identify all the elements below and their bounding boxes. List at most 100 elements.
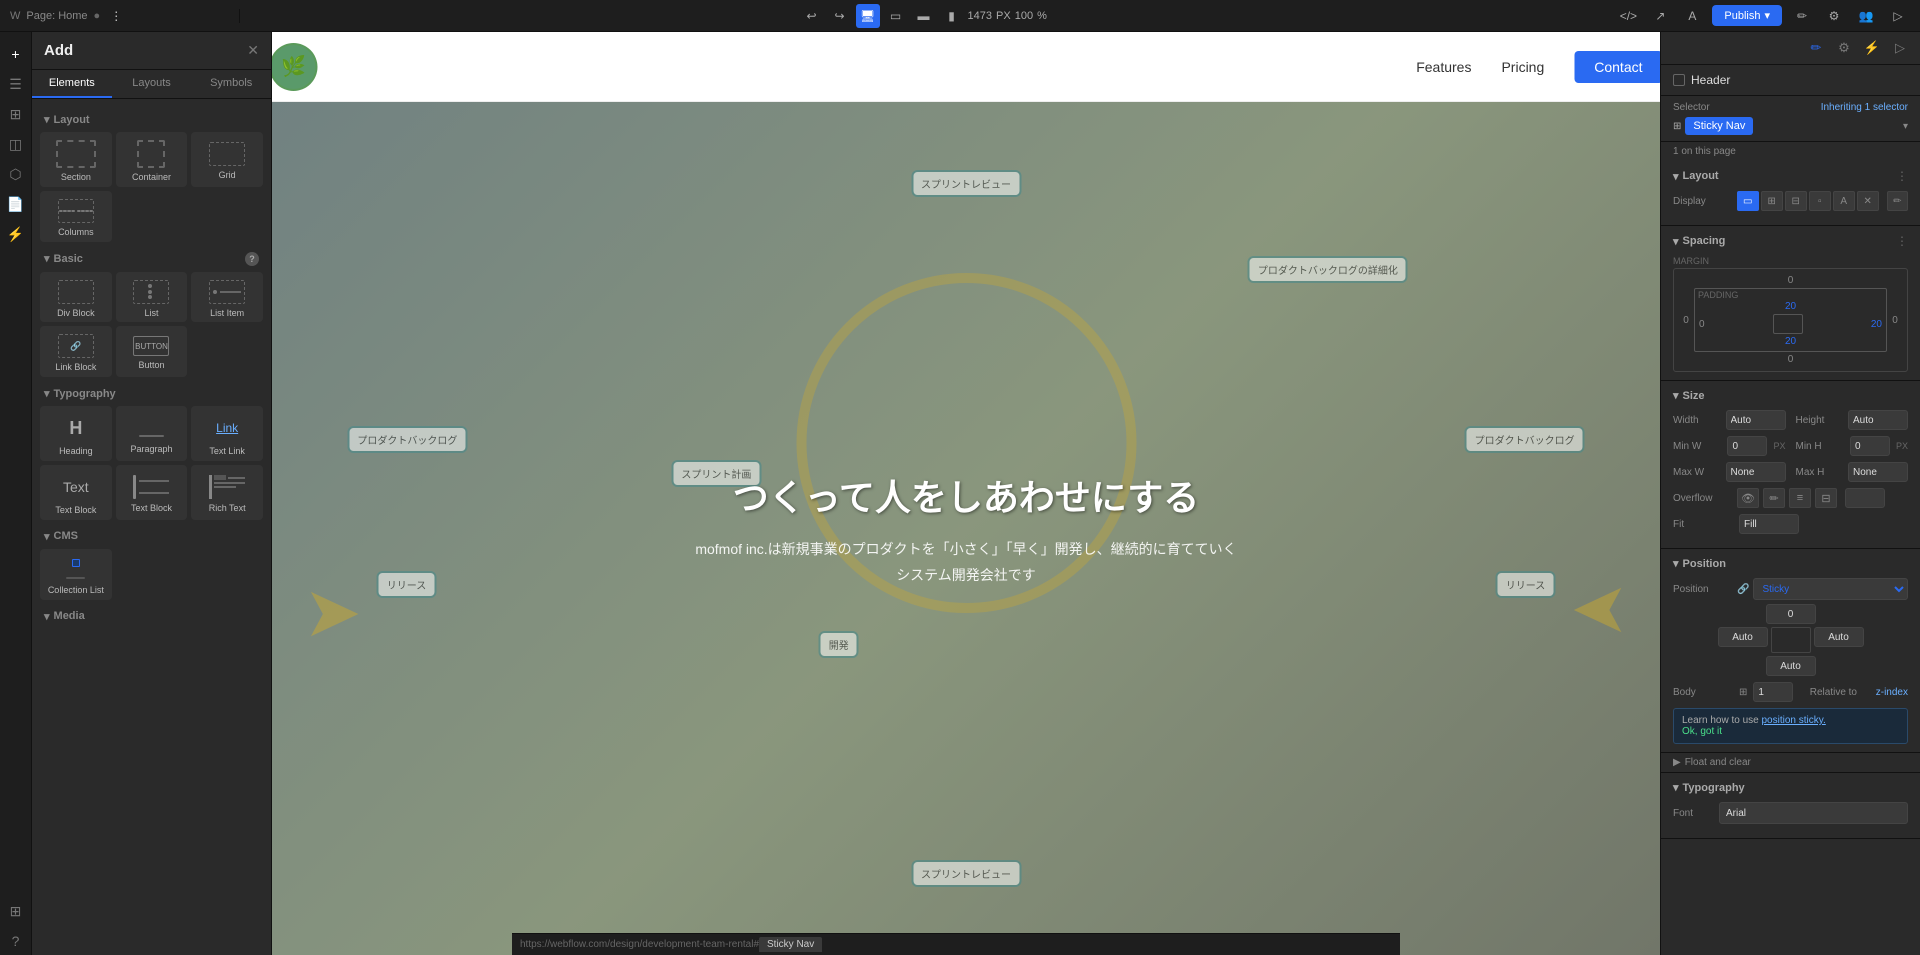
element-collection-list[interactable]: Collection List xyxy=(40,549,112,600)
ok-got-it-link[interactable]: Ok, got it xyxy=(1682,726,1722,737)
overflow-auto-input[interactable] xyxy=(1845,488,1885,508)
element-paragraph[interactable]: Paragraph xyxy=(116,406,188,461)
padding-bottom[interactable]: 20 xyxy=(1699,336,1882,347)
nav-contact-button[interactable]: Contact xyxy=(1574,51,1660,83)
preview-icon[interactable]: ▷ xyxy=(1886,4,1910,28)
navigator-icon[interactable]: ☰ xyxy=(2,70,30,98)
rp-grid-icon[interactable]: ▷ xyxy=(1888,36,1912,60)
element-list[interactable]: List xyxy=(116,272,188,323)
float-clear-arrow[interactable]: ▶ xyxy=(1673,757,1681,768)
margin-right-value[interactable]: 0 xyxy=(1889,315,1901,326)
tablet-view-icon[interactable]: ▭ xyxy=(884,4,908,28)
margin-top-value[interactable]: 0 xyxy=(1680,275,1901,286)
tab-layouts[interactable]: Layouts xyxy=(112,70,192,98)
element-container[interactable]: Container xyxy=(116,132,188,187)
max-w-input[interactable] xyxy=(1726,462,1786,482)
preview-nav[interactable]: 🌿 Features Pricing Contact Sticky Nav xyxy=(272,32,1660,102)
styles-icon[interactable]: ✏ xyxy=(1804,36,1828,60)
typography-section-header[interactable]: ▾ Typography xyxy=(40,381,263,406)
app-icon[interactable]: ⊞ xyxy=(2,897,30,925)
element-text-block[interactable]: Text Text Block xyxy=(40,465,112,520)
add-element-icon[interactable]: + xyxy=(2,40,30,68)
basic-help-icon[interactable]: ? xyxy=(245,252,259,266)
element-heading[interactable]: H Heading xyxy=(40,406,112,461)
media-section-header[interactable]: ▾ Media xyxy=(40,604,263,629)
position-sticky-link[interactable]: position sticky. xyxy=(1762,715,1826,726)
export-icon[interactable]: ↗ xyxy=(1648,4,1672,28)
element-block-quote[interactable]: Text Block xyxy=(116,465,188,520)
desktop-view-icon[interactable]: 🖥 xyxy=(856,4,880,28)
overflow-scroll-btn[interactable]: ≡ xyxy=(1789,488,1811,508)
pos-top-input[interactable] xyxy=(1766,604,1816,624)
nav-pricing-link[interactable]: Pricing xyxy=(1501,59,1544,75)
fit-input[interactable] xyxy=(1739,514,1799,534)
padding-top[interactable]: 20 xyxy=(1699,301,1882,312)
sticky-nav-tab[interactable]: Sticky Nav xyxy=(759,937,822,952)
spacing-arrow[interactable]: ▾ xyxy=(1673,235,1679,248)
overflow-edit-btn[interactable]: ✏ xyxy=(1763,488,1785,508)
margin-left-value[interactable]: 0 xyxy=(1680,315,1692,326)
overflow-visible-btn[interactable]: 👁 xyxy=(1737,488,1759,508)
margin-bottom-value[interactable]: 0 xyxy=(1680,354,1901,365)
tab-symbols[interactable]: Symbols xyxy=(191,70,271,98)
help-icon[interactable]: ? xyxy=(2,927,30,955)
position-arrow[interactable]: ▾ xyxy=(1673,557,1679,570)
display-block-btn[interactable]: ▭ xyxy=(1737,191,1759,211)
layout-collapse-arrow[interactable]: ▾ xyxy=(1673,170,1679,183)
display-grid-btn[interactable]: ⊟ xyxy=(1785,191,1807,211)
padding-left[interactable]: 0 xyxy=(1699,319,1705,330)
element-columns[interactable]: Columns xyxy=(40,191,112,242)
width-input[interactable] xyxy=(1726,410,1786,430)
font-icon[interactable]: A xyxy=(1680,4,1704,28)
element-text-link[interactable]: Link Text Link xyxy=(191,406,263,461)
overflow-auto-btn[interactable]: ⊟ xyxy=(1815,488,1837,508)
position-select[interactable]: Sticky xyxy=(1753,578,1908,600)
max-h-input[interactable] xyxy=(1848,462,1908,482)
element-button[interactable]: BUTTON Button xyxy=(116,326,188,377)
tab-elements[interactable]: Elements xyxy=(32,70,112,98)
assets-icon[interactable]: ⬡ xyxy=(2,160,30,188)
element-rich-text[interactable]: Rich Text xyxy=(191,465,263,520)
layout-section-header[interactable]: ▾ Layout xyxy=(40,107,263,132)
display-flex-btn[interactable]: ⊞ xyxy=(1761,191,1783,211)
z-index-link[interactable]: z-index xyxy=(1876,687,1908,698)
element-section[interactable]: Section xyxy=(40,132,112,187)
pos-bottom-input[interactable] xyxy=(1766,656,1816,676)
redo-icon[interactable]: ↪ xyxy=(828,4,852,28)
selector-dropdown-icon[interactable]: ▾ xyxy=(1903,121,1908,132)
mobile-portrait-icon[interactable]: ▮ xyxy=(940,4,964,28)
element-div-block[interactable]: Div Block xyxy=(40,272,112,323)
code-icon[interactable]: </> xyxy=(1616,4,1640,28)
layout-more-icon[interactable]: ⋮ xyxy=(1896,169,1908,183)
cms-section-header[interactable]: ▾ CMS xyxy=(40,524,263,549)
search-icon[interactable]: ⊞ xyxy=(2,100,30,128)
publish-button[interactable]: Publish ▾ xyxy=(1712,5,1782,26)
z-index-input[interactable] xyxy=(1753,682,1793,702)
close-button[interactable]: ✕ xyxy=(247,42,259,59)
basic-section-header[interactable]: ▾ Basic ? xyxy=(40,246,263,272)
element-link-block[interactable]: 🔗 Link Block xyxy=(40,326,112,377)
height-input[interactable] xyxy=(1848,410,1908,430)
selector-tag[interactable]: Sticky Nav xyxy=(1685,117,1753,135)
display-edit-btn[interactable]: ✏ xyxy=(1887,191,1908,211)
pages-icon[interactable]: 📄 xyxy=(2,190,30,218)
typo-arrow[interactable]: ▾ xyxy=(1673,781,1679,794)
display-none-btn[interactable]: ✕ xyxy=(1857,191,1879,211)
display-inline-block-btn[interactable]: ▫ xyxy=(1809,191,1831,211)
font-input[interactable] xyxy=(1719,802,1908,824)
cms-icon[interactable]: ◫ xyxy=(2,130,30,158)
brush-icon[interactable]: ✏ xyxy=(1790,4,1814,28)
rp-interactions-icon[interactable]: ⚡ xyxy=(1860,36,1884,60)
spacing-more-icon[interactable]: ⋮ xyxy=(1896,234,1908,248)
mobile-landscape-icon[interactable]: ▬ xyxy=(912,4,936,28)
pos-right-input[interactable] xyxy=(1814,627,1864,647)
min-h-input[interactable] xyxy=(1850,436,1890,456)
display-inline-btn[interactable]: A xyxy=(1833,191,1855,211)
inheriting-text[interactable]: Inheriting 1 selector xyxy=(1821,102,1908,113)
padding-right[interactable]: 20 xyxy=(1871,319,1882,330)
element-grid[interactable]: Grid xyxy=(191,132,263,187)
settings-icon[interactable]: ⚙ xyxy=(1822,4,1846,28)
undo-icon[interactable]: ↩ xyxy=(800,4,824,28)
element-list-item[interactable]: List Item xyxy=(191,272,263,323)
interactions-icon[interactable]: ⚡ xyxy=(2,220,30,248)
